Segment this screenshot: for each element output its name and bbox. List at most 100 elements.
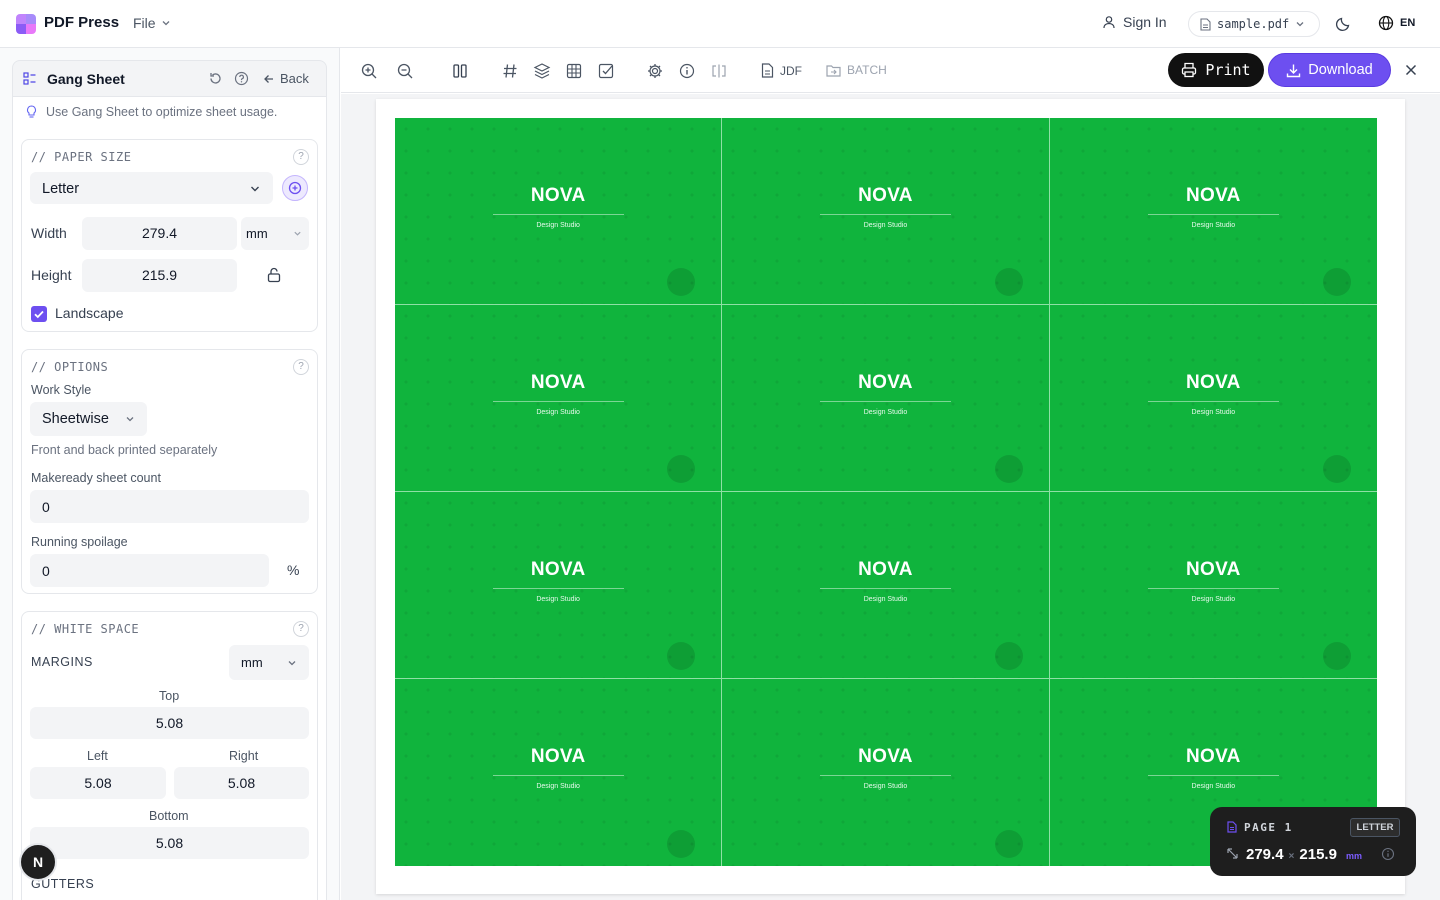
- tile-brand: NOVA: [858, 746, 913, 767]
- height-input[interactable]: 215.9: [82, 259, 237, 292]
- tile-tagline: Design Studio: [536, 596, 580, 603]
- business-card-tile: NOVA Design Studio: [722, 679, 1050, 866]
- tile-decoration: [667, 268, 696, 296]
- gang-sheet-icon: [23, 72, 36, 85]
- help-icon[interactable]: ?: [293, 149, 309, 165]
- checkbox-icon[interactable]: [597, 62, 615, 80]
- page-width: 279.4: [1246, 846, 1284, 863]
- tip-text: Use Gang Sheet to optimize sheet usage.: [46, 105, 278, 119]
- printer-icon: [1182, 62, 1197, 78]
- theme-toggle[interactable]: [1335, 15, 1352, 32]
- download-button[interactable]: Download: [1268, 53, 1391, 87]
- margins-label: MARGINS: [31, 655, 93, 669]
- work-style-description: Front and back printed separately: [31, 443, 218, 457]
- add-preset-button[interactable]: [282, 175, 308, 201]
- tile-decoration: [994, 268, 1023, 296]
- tile-tagline: Design Studio: [1191, 409, 1236, 416]
- language-selector[interactable]: EN: [1378, 15, 1415, 31]
- help-icon[interactable]: ?: [293, 359, 309, 375]
- unit-value: mm: [246, 226, 268, 241]
- white-space-card: // WHITE SPACE ? MARGINS mm Top 5.08 Lef…: [21, 611, 318, 900]
- info-icon[interactable]: [1381, 847, 1395, 861]
- toolbar: JDF BATCH Print Download: [341, 48, 1440, 93]
- download-icon: [1287, 64, 1301, 77]
- layers-icon[interactable]: [533, 62, 551, 80]
- language-label: EN: [1400, 17, 1416, 29]
- makeready-input[interactable]: 0: [30, 490, 309, 523]
- tile-divider: [1147, 214, 1279, 215]
- margins-unit-value: mm: [241, 655, 263, 670]
- tile-tagline: Design Studio: [863, 409, 908, 416]
- info-icon[interactable]: [678, 62, 696, 80]
- panel-header: Gang Sheet Back: [12, 60, 327, 96]
- help-icon[interactable]: [234, 71, 249, 86]
- tile-divider: [820, 401, 952, 402]
- unlock-icon[interactable]: [267, 267, 281, 283]
- reset-icon[interactable]: [208, 71, 223, 86]
- chevron-down-icon: [251, 186, 259, 192]
- back-button[interactable]: Back: [263, 71, 309, 86]
- margins-unit-select[interactable]: mm: [229, 645, 309, 680]
- sign-in-button[interactable]: Sign In: [1102, 14, 1167, 30]
- close-icon[interactable]: [1403, 62, 1419, 78]
- tile-divider: [1147, 775, 1279, 776]
- split-view-icon[interactable]: [710, 62, 728, 80]
- folder-icon: [826, 64, 841, 77]
- file-selector[interactable]: sample.pdf: [1188, 11, 1320, 37]
- print-label: Print: [1205, 61, 1251, 79]
- business-card-tile: NOVA Design Studio: [395, 118, 723, 305]
- work-style-select[interactable]: Sheetwise: [30, 402, 147, 436]
- paper-preset-select[interactable]: Letter: [30, 172, 273, 204]
- page-unit: mm: [1345, 851, 1362, 861]
- zoom-out-icon[interactable]: [396, 62, 414, 80]
- business-card-tile: NOVA Design Studio: [1049, 305, 1377, 492]
- jdf-button[interactable]: JDF: [761, 63, 802, 78]
- landscape-checkbox[interactable]: [31, 306, 47, 322]
- jdf-label: JDF: [780, 63, 802, 78]
- columns-icon[interactable]: [451, 62, 469, 80]
- spoilage-input[interactable]: 0: [30, 554, 269, 587]
- imposition-grid: NOVA Design Studio NOVA Design Studio NOVA De…: [395, 118, 1377, 866]
- tile-divider: [1147, 588, 1279, 589]
- file-name: sample.pdf: [1217, 17, 1290, 31]
- hash-icon[interactable]: [501, 62, 519, 80]
- margin-right-input[interactable]: 5.08: [174, 767, 309, 799]
- work-style-label: Work Style: [31, 383, 92, 397]
- tip: Use Gang Sheet to optimize sheet usage.: [25, 105, 277, 119]
- tile-divider: [820, 214, 952, 215]
- avatar[interactable]: N: [19, 843, 57, 881]
- margin-bottom-input[interactable]: 5.08: [30, 827, 309, 859]
- zoom-in-icon[interactable]: [360, 62, 378, 80]
- width-input[interactable]: 279.4: [82, 217, 237, 250]
- batch-button[interactable]: BATCH: [826, 63, 887, 77]
- page-height: 215.9: [1299, 846, 1337, 863]
- unit-select[interactable]: mm: [241, 217, 309, 250]
- document-icon: [761, 63, 774, 78]
- sidebar: Gang Sheet Back Use Gang Sheet to optimi…: [0, 48, 340, 900]
- lightbulb-icon: [26, 105, 37, 118]
- business-card-tile: NOVA Design Studio: [395, 679, 723, 866]
- help-icon[interactable]: ?: [293, 621, 309, 637]
- business-card-tile: NOVA Design Studio: [722, 118, 1050, 305]
- chevron-down-icon: [288, 661, 296, 666]
- grid-icon[interactable]: [565, 62, 583, 80]
- business-card-tile: NOVA Design Studio: [1049, 492, 1377, 679]
- paper-size-card: // PAPER SIZE ? Letter Width 279.4 mm He…: [21, 139, 318, 332]
- margin-top-input[interactable]: 5.08: [30, 707, 309, 739]
- file-icon: [1200, 17, 1211, 31]
- tile-brand: NOVA: [530, 372, 586, 393]
- file-menu[interactable]: File: [133, 15, 171, 31]
- tile-decoration: [667, 455, 696, 483]
- tile-divider: [493, 214, 624, 215]
- tile-divider: [820, 588, 952, 589]
- gear-icon[interactable]: [646, 62, 664, 80]
- width-label: Width: [31, 225, 67, 241]
- app-name: PDF Press: [44, 14, 120, 31]
- business-card-tile: NOVA Design Studio: [722, 492, 1050, 679]
- arrow-left-icon: [264, 74, 273, 83]
- top-bar: PDF Press File Sign In sample.pdf EN: [0, 0, 1440, 48]
- tile-tagline: Design Studio: [863, 783, 908, 790]
- percent-unit: %: [287, 562, 300, 578]
- margin-left-input[interactable]: 5.08: [30, 767, 166, 799]
- print-button[interactable]: Print: [1168, 53, 1264, 87]
